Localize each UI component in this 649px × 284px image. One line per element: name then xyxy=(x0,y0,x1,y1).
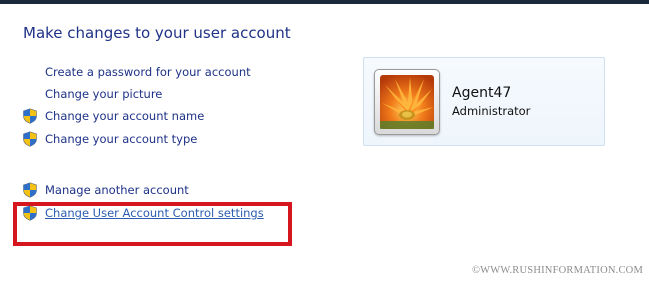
task-change-account-type-label[interactable]: Change your account type xyxy=(45,132,197,146)
uac-shield-icon xyxy=(22,182,38,198)
account-role: Administrator xyxy=(452,104,531,118)
watermark: ©WWW.RUSHINFORMATION.COM xyxy=(471,265,643,276)
task-create-password-label[interactable]: Create a password for your account xyxy=(45,65,251,79)
task-create-password[interactable]: Create a password for your account xyxy=(22,63,251,81)
task-manage-another-account-label[interactable]: Manage another account xyxy=(45,183,189,197)
task-manage-another-account[interactable]: Manage another account xyxy=(22,181,189,199)
account-name: Agent47 xyxy=(452,85,512,101)
flower-picture-icon xyxy=(380,75,434,129)
task-change-account-name-label[interactable]: Change your account name xyxy=(45,109,204,123)
account-card: Agent47 Administrator xyxy=(363,57,605,146)
task-change-picture[interactable]: Change your picture xyxy=(22,85,162,103)
account-picture[interactable] xyxy=(374,69,440,135)
window-top-border xyxy=(0,0,649,4)
uac-shield-icon xyxy=(22,108,38,124)
task-change-account-name[interactable]: Change your account name xyxy=(22,107,204,125)
task-change-account-type[interactable]: Change your account type xyxy=(22,130,197,148)
page-title: Make changes to your user account xyxy=(23,24,291,42)
highlight-box xyxy=(13,202,292,246)
uac-shield-icon xyxy=(22,131,38,147)
task-change-picture-label[interactable]: Change your picture xyxy=(45,87,162,101)
